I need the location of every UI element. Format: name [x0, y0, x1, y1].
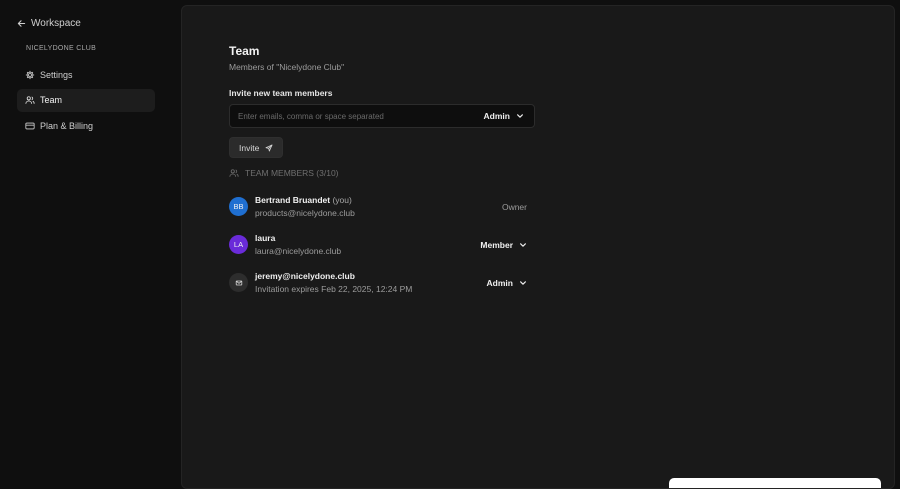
member-name: Bertrand Bruandet — [255, 195, 331, 205]
invite-field-row: Admin — [229, 104, 535, 128]
member-role: Owner — [501, 201, 527, 212]
sidebar-item-label: Settings — [40, 69, 73, 80]
sidebar-item-plan-billing[interactable]: Plan & Billing — [17, 114, 155, 137]
invitation-expiry: Invitation expires Feb 22, 2025, 12:24 P… — [255, 284, 413, 294]
chevron-down-icon — [520, 280, 526, 285]
member-role-value: Admin — [486, 277, 513, 288]
invited-member-row: jeremy@nicelydone.club Invitation expire… — [229, 271, 527, 294]
users-icon — [229, 169, 239, 177]
bottom-popup-panel — [669, 478, 881, 488]
member-row: LA laura laura@nicelydone.club Member — [229, 233, 527, 256]
users-icon — [25, 96, 35, 104]
member-email: laura@nicelydone.club — [255, 246, 342, 256]
organization-label: NICELYDONE CLUB — [26, 45, 97, 52]
chevron-down-icon — [517, 114, 523, 118]
send-icon — [265, 144, 273, 151]
invite-role-select[interactable]: Admin — [484, 111, 524, 121]
member-role-select[interactable]: Admin — [487, 278, 527, 288]
mail-icon — [235, 280, 242, 285]
member-name: laura — [255, 233, 276, 243]
arrow-left-icon — [17, 20, 26, 27]
member-name-line: Bertrand Bruandet (you) — [255, 195, 355, 205]
member-role-select[interactable]: Member — [480, 240, 527, 250]
back-to-workspace-link[interactable]: Workspace — [17, 18, 81, 29]
credit-card-icon — [25, 122, 35, 129]
sidebar-item-label: Team — [40, 95, 63, 105]
member-email: products@nicelydone.club — [255, 208, 355, 218]
page-subtitle: Members of "Nicelydone Club" — [229, 62, 345, 72]
main-panel: Team Members of "Nicelydone Club" Invite… — [181, 5, 895, 489]
avatar: LA — [229, 235, 248, 254]
member-row: BB Bertrand Bruandet (you) products@nice… — [229, 195, 527, 218]
sidebar-nav: Settings Team Plan & Billing — [17, 63, 155, 140]
invite-button-label: Invite — [239, 142, 260, 153]
invite-emails-input[interactable] — [238, 111, 484, 121]
invite-label: Invite new team members — [229, 88, 333, 98]
team-members-count-label: TEAM MEMBERS (3/10) — [245, 168, 339, 178]
team-members-header: TEAM MEMBERS (3/10) — [229, 168, 535, 178]
sidebar: Workspace NICELYDONE CLUB Settings Team — [0, 0, 172, 484]
sidebar-item-team[interactable]: Team — [17, 88, 155, 112]
gear-icon — [25, 70, 35, 79]
sidebar-item-label: Plan & Billing — [40, 120, 94, 131]
chevron-down-icon — [520, 242, 526, 247]
member-you-tag: (you) — [332, 195, 352, 205]
page-title: Team — [229, 44, 260, 58]
avatar: BB — [229, 197, 248, 216]
member-role-value: Member — [480, 239, 513, 250]
invite-avatar — [229, 273, 248, 292]
member-name: jeremy@nicelydone.club — [255, 271, 355, 281]
invite-role-value: Admin — [483, 111, 510, 121]
sidebar-item-settings[interactable]: Settings — [17, 63, 155, 86]
back-link-label: Workspace — [31, 18, 81, 29]
invite-button[interactable]: Invite — [229, 137, 284, 158]
team-settings-content: Team Members of "Nicelydone Club" Invite… — [229, 44, 535, 294]
